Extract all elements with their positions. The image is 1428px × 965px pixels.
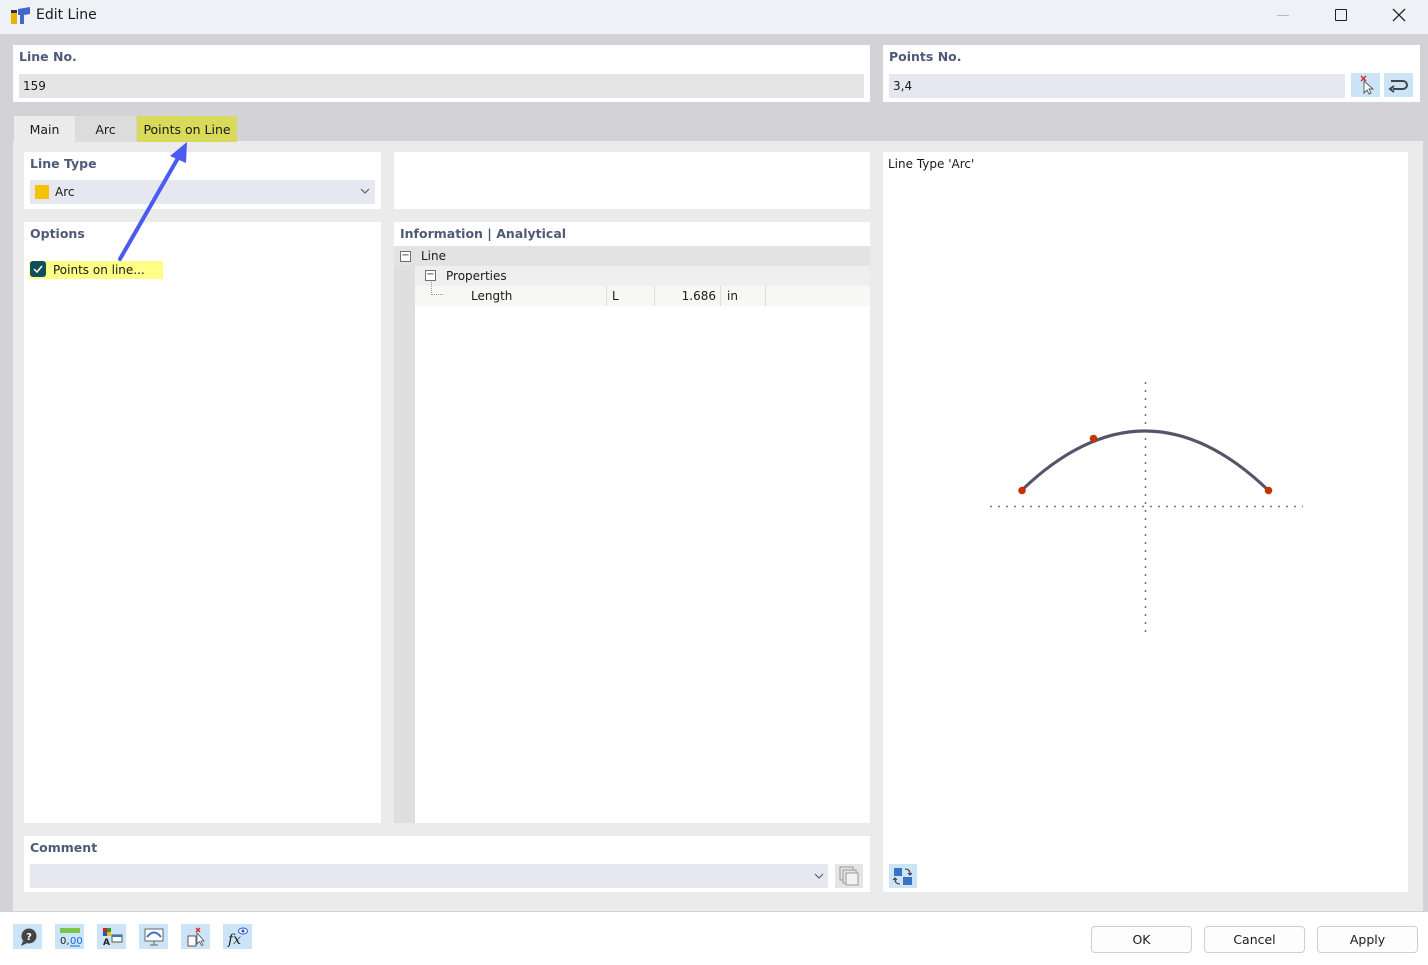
options-panel: Options xyxy=(24,222,381,823)
preview-panel: Line Type 'Arc' xyxy=(883,152,1408,892)
tree-label: Length xyxy=(471,289,513,303)
collapse-icon[interactable]: − xyxy=(400,251,411,262)
minimize-icon xyxy=(1277,14,1289,16)
ok-button[interactable]: OK xyxy=(1091,926,1192,953)
empty-panel xyxy=(394,152,870,209)
collapse-icon[interactable]: − xyxy=(425,270,436,281)
view-button[interactable] xyxy=(139,924,168,949)
cancel-button[interactable]: Cancel xyxy=(1204,926,1305,953)
tab-main[interactable]: Main xyxy=(14,116,75,142)
minimize-button[interactable] xyxy=(1254,0,1312,30)
maximize-icon xyxy=(1335,9,1347,21)
length-unit: in xyxy=(727,289,738,303)
window-title: Edit Line xyxy=(36,7,97,23)
swap-view-button[interactable] xyxy=(889,864,917,888)
col-divider xyxy=(765,286,766,306)
display-settings-button[interactable]: A xyxy=(97,924,126,949)
pick-points-button[interactable] xyxy=(1351,73,1380,97)
reverse-button[interactable] xyxy=(1384,73,1413,97)
comment-label: Comment xyxy=(30,840,98,855)
close-button[interactable] xyxy=(1370,0,1428,30)
svg-text:?: ? xyxy=(26,932,32,943)
line-no-label: Line No. xyxy=(19,49,77,64)
swap-view-icon xyxy=(892,868,913,885)
tree-row-properties[interactable]: − Properties xyxy=(415,266,870,286)
formula-icon: fx xyxy=(227,927,248,948)
line-type-value: Arc xyxy=(55,185,75,199)
line-app-icon xyxy=(11,7,30,24)
title-bar: Edit Line xyxy=(0,0,1428,34)
chevron-down-icon[interactable] xyxy=(814,873,824,880)
help-icon: ? xyxy=(20,928,36,946)
arc-start-point xyxy=(1018,486,1026,495)
tab-arc[interactable]: Arc xyxy=(75,116,136,142)
arc-preview xyxy=(990,382,1303,632)
formula-button[interactable]: fx xyxy=(223,924,252,949)
units-button[interactable]: 0, 00 xyxy=(55,924,84,949)
checkmark-icon xyxy=(33,265,43,274)
tree-label: Line xyxy=(421,249,447,263)
pick-points-icon xyxy=(1360,75,1375,95)
points-no-label: Points No. xyxy=(889,49,962,64)
maximize-button[interactable] xyxy=(1312,0,1370,30)
line-type-select[interactable]: Arc xyxy=(30,180,375,204)
svg-text:A: A xyxy=(103,938,110,948)
tree-row-line[interactable]: − Line xyxy=(394,246,870,266)
information-tree: − Line − Properties Length L 1.686 in xyxy=(394,246,870,823)
chevron-down-icon xyxy=(360,188,370,194)
points-on-line-label: Points on line... xyxy=(53,263,145,277)
points-on-line-checkbox[interactable] xyxy=(30,261,46,277)
select-delete-button[interactable] xyxy=(181,924,210,949)
line-type-label: Line Type xyxy=(30,156,97,171)
tab-points-on-line[interactable]: Points on Line xyxy=(137,116,237,142)
tree-row-length[interactable]: Length L 1.686 in xyxy=(415,282,870,306)
information-panel: Information | Analytical xyxy=(394,222,870,246)
units-icon: 0, 00 xyxy=(59,927,82,947)
comment-input[interactable] xyxy=(30,864,828,888)
reverse-icon xyxy=(1388,80,1408,93)
view-icon xyxy=(144,928,163,945)
svg-text:0,: 0, xyxy=(60,936,70,947)
tree-label: Properties xyxy=(446,269,507,283)
arc-mid-point xyxy=(1089,434,1098,443)
help-button[interactable]: ? xyxy=(13,924,42,949)
tree-gutter xyxy=(394,246,415,823)
svg-text:00: 00 xyxy=(70,936,82,947)
svg-text:fx: fx xyxy=(227,932,241,948)
options-label: Options xyxy=(30,226,85,241)
apply-button[interactable]: Apply xyxy=(1317,926,1418,953)
line-no-field[interactable]: 159 xyxy=(19,74,864,98)
line-type-swatch xyxy=(35,185,49,199)
points-no-field[interactable]: 3,4 xyxy=(889,74,1345,98)
length-value: 1.686 xyxy=(654,286,721,306)
display-settings-icon: A xyxy=(102,927,122,948)
information-label: Information | Analytical xyxy=(400,226,567,241)
select-delete-icon xyxy=(187,927,205,946)
copy-icon xyxy=(839,866,859,886)
tree-connector xyxy=(431,282,443,295)
comment-library-button[interactable] xyxy=(835,864,863,888)
length-symbol: L xyxy=(606,286,619,306)
arc-end-point xyxy=(1264,486,1273,495)
close-icon xyxy=(1392,8,1406,22)
points-on-line-option[interactable]: Points on line... xyxy=(29,261,163,279)
